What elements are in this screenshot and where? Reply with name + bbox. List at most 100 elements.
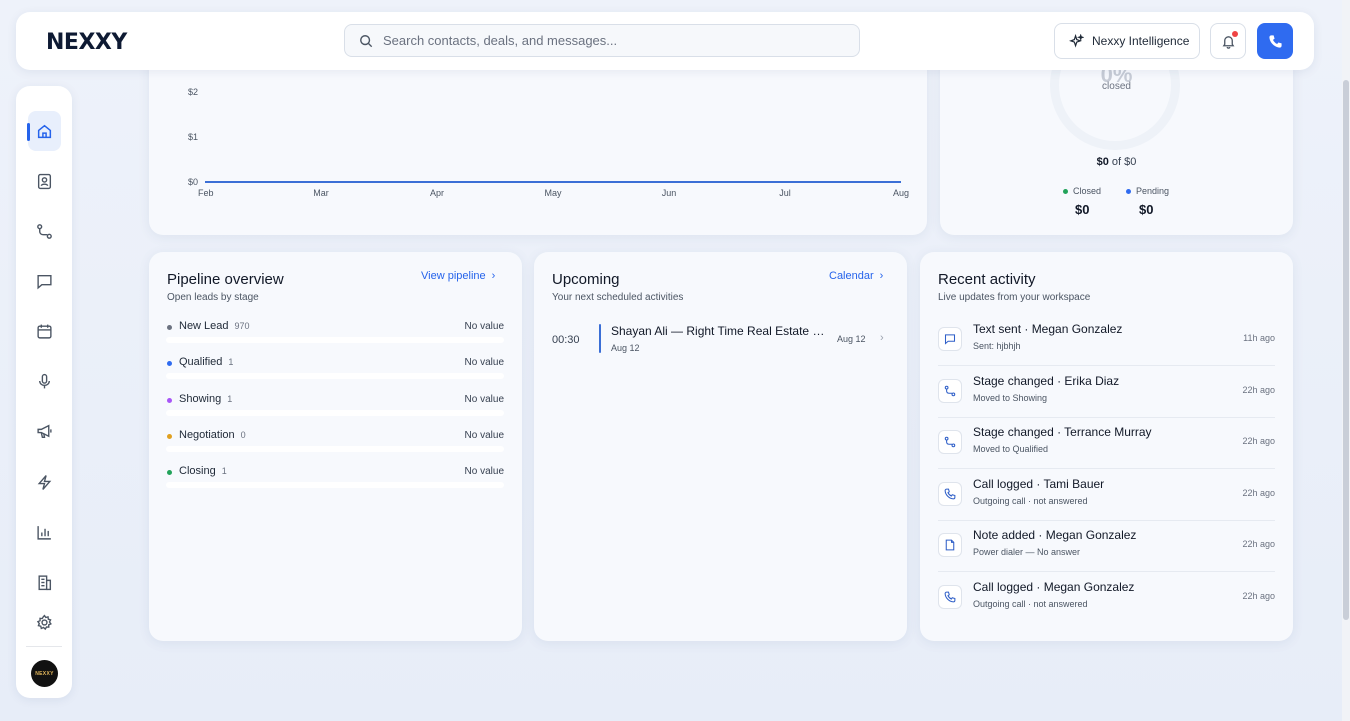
sidebar-item-automations[interactable] — [28, 462, 61, 502]
stage-count: 970 — [234, 321, 250, 331]
x-tick-label: May — [544, 188, 562, 198]
pipeline-stage-row[interactable]: Showing 1 No value — [166, 393, 504, 421]
stage-bar — [166, 482, 504, 488]
sidebar-item-calendar[interactable] — [28, 311, 61, 351]
activity-detail: Moved to Qualified — [973, 444, 1049, 455]
goal-summary: $0 of $0 — [940, 156, 1293, 168]
activity-time: 22h ago — [1242, 591, 1275, 601]
sidebar-item-company[interactable] — [28, 562, 61, 602]
x-tick-label: Apr — [430, 188, 444, 198]
stage-dot — [167, 470, 172, 475]
phone-icon — [1268, 34, 1282, 48]
chevron-right-icon: › — [880, 332, 884, 344]
stage-value: No value — [464, 466, 504, 477]
pipeline-icon — [37, 223, 52, 239]
goal-amount: $0 — [1096, 156, 1109, 168]
legend-pending: Pending — [1126, 186, 1169, 196]
pipeline-stage-row[interactable]: Closing 1 No value — [166, 465, 504, 493]
activity-item[interactable]: Stage changed · Terrance Murray Moved to … — [938, 417, 1275, 470]
activity-icon-box — [938, 378, 962, 403]
sidebar-item-settings[interactable] — [28, 612, 61, 632]
sidebar-item-voice[interactable] — [28, 361, 61, 401]
activity-item[interactable]: Text sent · Megan Gonzalez Sent: hjbhjh 11… — [938, 314, 1275, 366]
stage-name: Negotiation 0 — [179, 429, 246, 441]
activity-title-text: Note added · Megan Gonzalez — [973, 528, 1137, 543]
pipeline-overview-card: Pipeline overview Open leads by stage Vi… — [149, 252, 522, 641]
x-tick-label: Feb — [198, 188, 214, 198]
calendar-link[interactable]: Calendar › — [829, 270, 883, 282]
megaphone-icon — [37, 424, 52, 438]
building-icon — [38, 574, 52, 590]
nexxy-intelligence-button[interactable]: Nexxy Intelligence — [1054, 23, 1200, 59]
search-box[interactable] — [344, 24, 860, 57]
pipeline-stage-row[interactable]: New Lead 970 No value — [166, 320, 504, 348]
stage-label: Qualified — [179, 356, 223, 368]
note-icon — [945, 539, 955, 551]
x-tick-label: Jun — [662, 188, 677, 198]
activity-title-text: Call logged · Megan Gonzalez — [973, 580, 1135, 594]
stage-name: Qualified 1 — [179, 356, 233, 368]
x-tick-label: Jul — [779, 188, 791, 198]
activity-detail: Power dialer — No answer — [973, 547, 1081, 558]
sidebar-item-home[interactable] — [27, 111, 61, 151]
pipeline-title: Pipeline overview — [167, 271, 284, 288]
search-input[interactable] — [383, 25, 843, 56]
stage-dot — [167, 325, 172, 330]
stage-value: No value — [464, 321, 504, 332]
notifications-button[interactable] — [1210, 23, 1246, 59]
upcoming-event[interactable]: 00:30 Shayan Ali — Right Time Real Estat… — [552, 324, 890, 356]
pending-label: Pending — [1136, 186, 1170, 196]
pending-dot — [1126, 188, 1131, 194]
stage-dot — [167, 398, 172, 403]
event-time: 00:30 — [552, 334, 580, 346]
sidebar-item-pipeline[interactable] — [28, 211, 61, 251]
pipeline-stage-row[interactable]: Negotiation 0 No value — [166, 429, 504, 457]
stage-icon — [944, 436, 956, 448]
activity-title-text: Text sent · Megan Gonzalez — [973, 322, 1123, 336]
activity-title-text: Stage changed · Erika Diaz — [973, 373, 1120, 388]
sidebar-item-messages[interactable] — [28, 261, 61, 301]
stage-bar — [166, 337, 504, 343]
activity-subtitle: Live updates from your workspace — [938, 292, 1091, 303]
pending-value: $0 — [1139, 202, 1154, 217]
stage-name: New Lead 970 — [179, 320, 250, 332]
goal-label: closed — [1102, 81, 1131, 92]
phone-button[interactable] — [1257, 23, 1293, 59]
activity-item[interactable]: Call logged · Megan Gonzalez Outgoing cal… — [938, 572, 1275, 624]
lightning-icon — [37, 474, 52, 490]
activity-item[interactable]: Call logged · Tami Bauer Outgoing call · … — [938, 469, 1275, 521]
goal-of-text: of — [1111, 156, 1122, 168]
activity-title-text: Stage changed · Terrance Murray — [973, 425, 1152, 440]
pipeline-stage-row[interactable]: Qualified 1 No value — [166, 356, 504, 384]
upcoming-card: Upcoming Your next scheduled activities … — [534, 252, 907, 641]
activity-item[interactable]: Stage changed · Erika Diaz Moved to Showi… — [938, 366, 1275, 418]
activity-icon-box — [938, 430, 962, 455]
stage-label: Showing — [179, 393, 222, 405]
chevron-right-icon: › — [491, 270, 496, 282]
activity-time: 22h ago — [1242, 436, 1275, 447]
nexxy-logo[interactable]: NEXXY — [46, 30, 127, 55]
page-scrollbar-thumb[interactable] — [1343, 80, 1349, 620]
activity-time: 22h ago — [1242, 487, 1275, 498]
view-pipeline-link[interactable]: View pipeline › — [421, 270, 495, 282]
stage-bar — [166, 373, 504, 379]
activity-item[interactable]: Note added · Megan Gonzalez Power dialer … — [938, 520, 1275, 573]
stage-count: 1 — [228, 357, 234, 367]
sidebar-item-contacts[interactable] — [28, 161, 61, 201]
sidebar: NEXXY — [16, 86, 72, 698]
intelligence-label: Nexxy Intelligence — [1092, 34, 1190, 48]
activity-time: 22h ago — [1242, 539, 1275, 550]
chevron-right-icon: › — [879, 270, 884, 282]
sidebar-divider — [26, 646, 62, 647]
avatar[interactable]: NEXXY — [31, 660, 58, 687]
activity-title-text: Call logged · Tami Bauer — [973, 476, 1105, 491]
x-tick-label: Mar — [313, 188, 329, 198]
x-tick-label: Aug — [893, 188, 909, 198]
bar-chart-icon — [37, 525, 51, 540]
sidebar-item-campaigns[interactable] — [28, 411, 61, 451]
closed-value: $0 — [1075, 202, 1090, 217]
stage-label: New Lead — [179, 320, 229, 332]
sidebar-item-reports[interactable] — [28, 512, 61, 552]
calendar-link-label: Calendar — [829, 270, 874, 282]
view-pipeline-label: View pipeline — [421, 270, 486, 282]
